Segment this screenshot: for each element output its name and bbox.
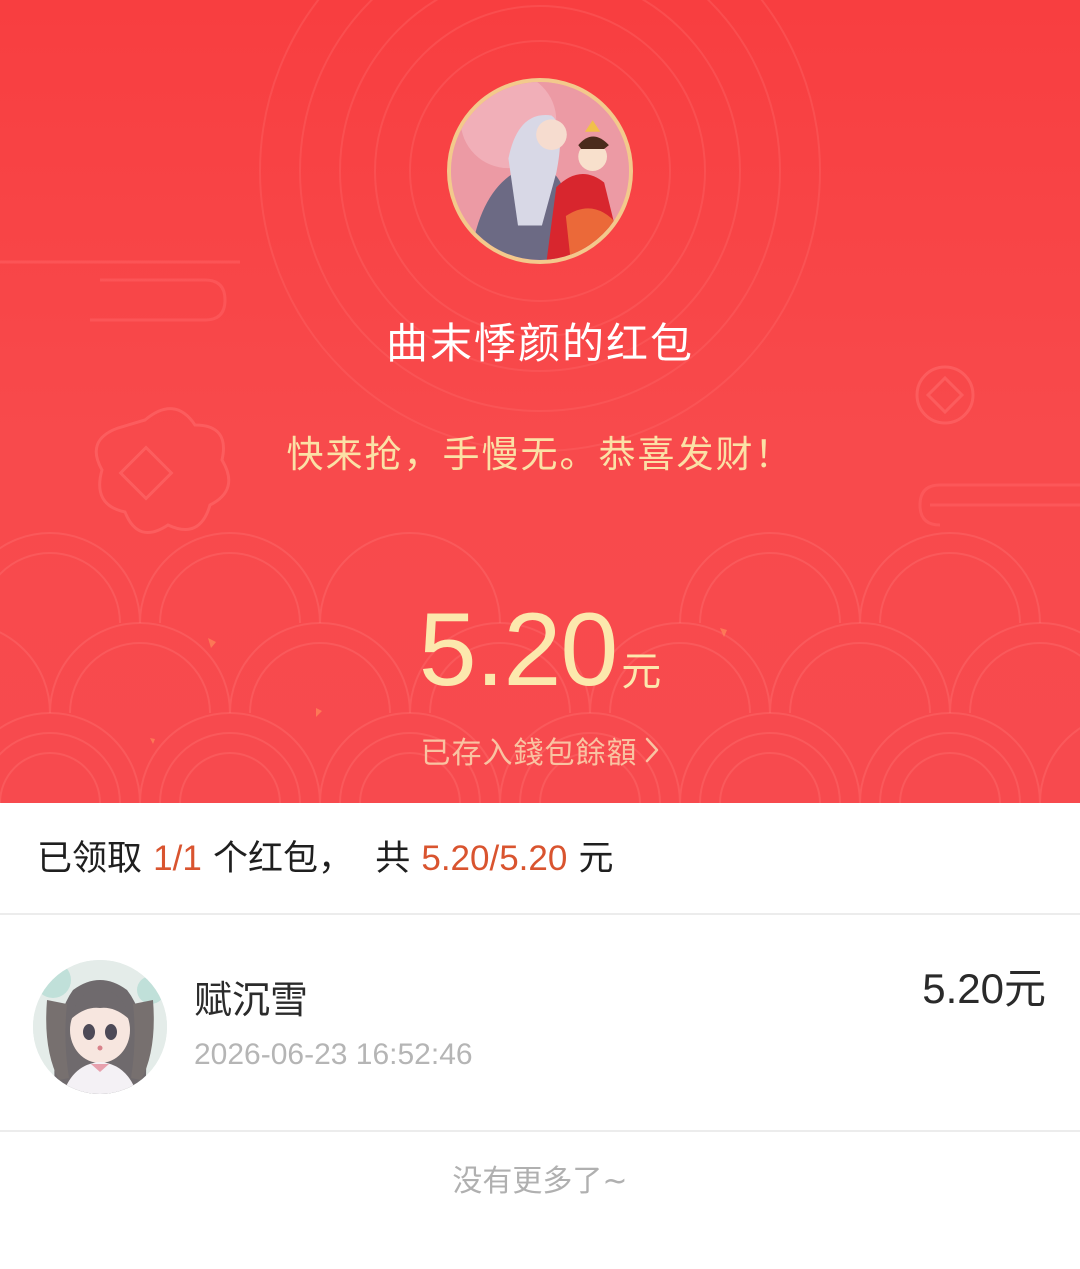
claim-summary: 已领取 1/1 个红包， 共 5.20/5.20 元 — [0, 803, 1080, 915]
receiver-avatar[interactable] — [33, 960, 167, 1094]
no-more-label: 没有更多了~ — [452, 1164, 628, 1199]
receiver-amount-unit: 元 — [1003, 964, 1046, 1013]
received-amount: 5.20 元 — [0, 590, 1080, 740]
amount-value: 5.20 — [418, 592, 618, 708]
summary-suffix: 元 — [578, 839, 614, 879]
sender-avatar[interactable] — [447, 78, 633, 264]
summary-prefix: 已领取 — [37, 839, 143, 879]
greeting-message: 快来抢，手慢无。恭喜发财！ — [286, 433, 794, 476]
receiver-name: 赋沉雪 — [194, 978, 309, 1022]
claimed-count: 1/1 — [153, 839, 202, 878]
wallet-balance-link[interactable]: 已存入錢包餘額 — [0, 732, 1080, 777]
receive-timestamp: 2026-06-23 16:52:46 — [194, 1038, 473, 1071]
sender-avatar-image — [451, 82, 629, 260]
receiver-avatar-image — [33, 960, 167, 1094]
sender-title: 曲末悸颜的红包 — [385, 319, 694, 368]
receiver-amount-value: 5.20 — [922, 965, 1004, 1012]
wallet-link-label: 已存入錢包餘額 — [420, 736, 638, 771]
red-packet-header: 曲末悸颜的红包 快来抢，手慢无。恭喜发财！ 5.20 元 已存入錢包餘額 — [0, 0, 1080, 803]
summary-middle: 个红包， 共 — [212, 839, 411, 879]
list-item[interactable]: 赋沉雪 2026-06-23 16:52:46 5.20元 — [0, 915, 1080, 1132]
claimed-total: 5.20/5.20 — [421, 839, 568, 878]
receiver-amount: 5.20元 — [922, 961, 1046, 1017]
chevron-right-icon — [644, 733, 660, 777]
amount-unit: 元 — [621, 649, 662, 695]
